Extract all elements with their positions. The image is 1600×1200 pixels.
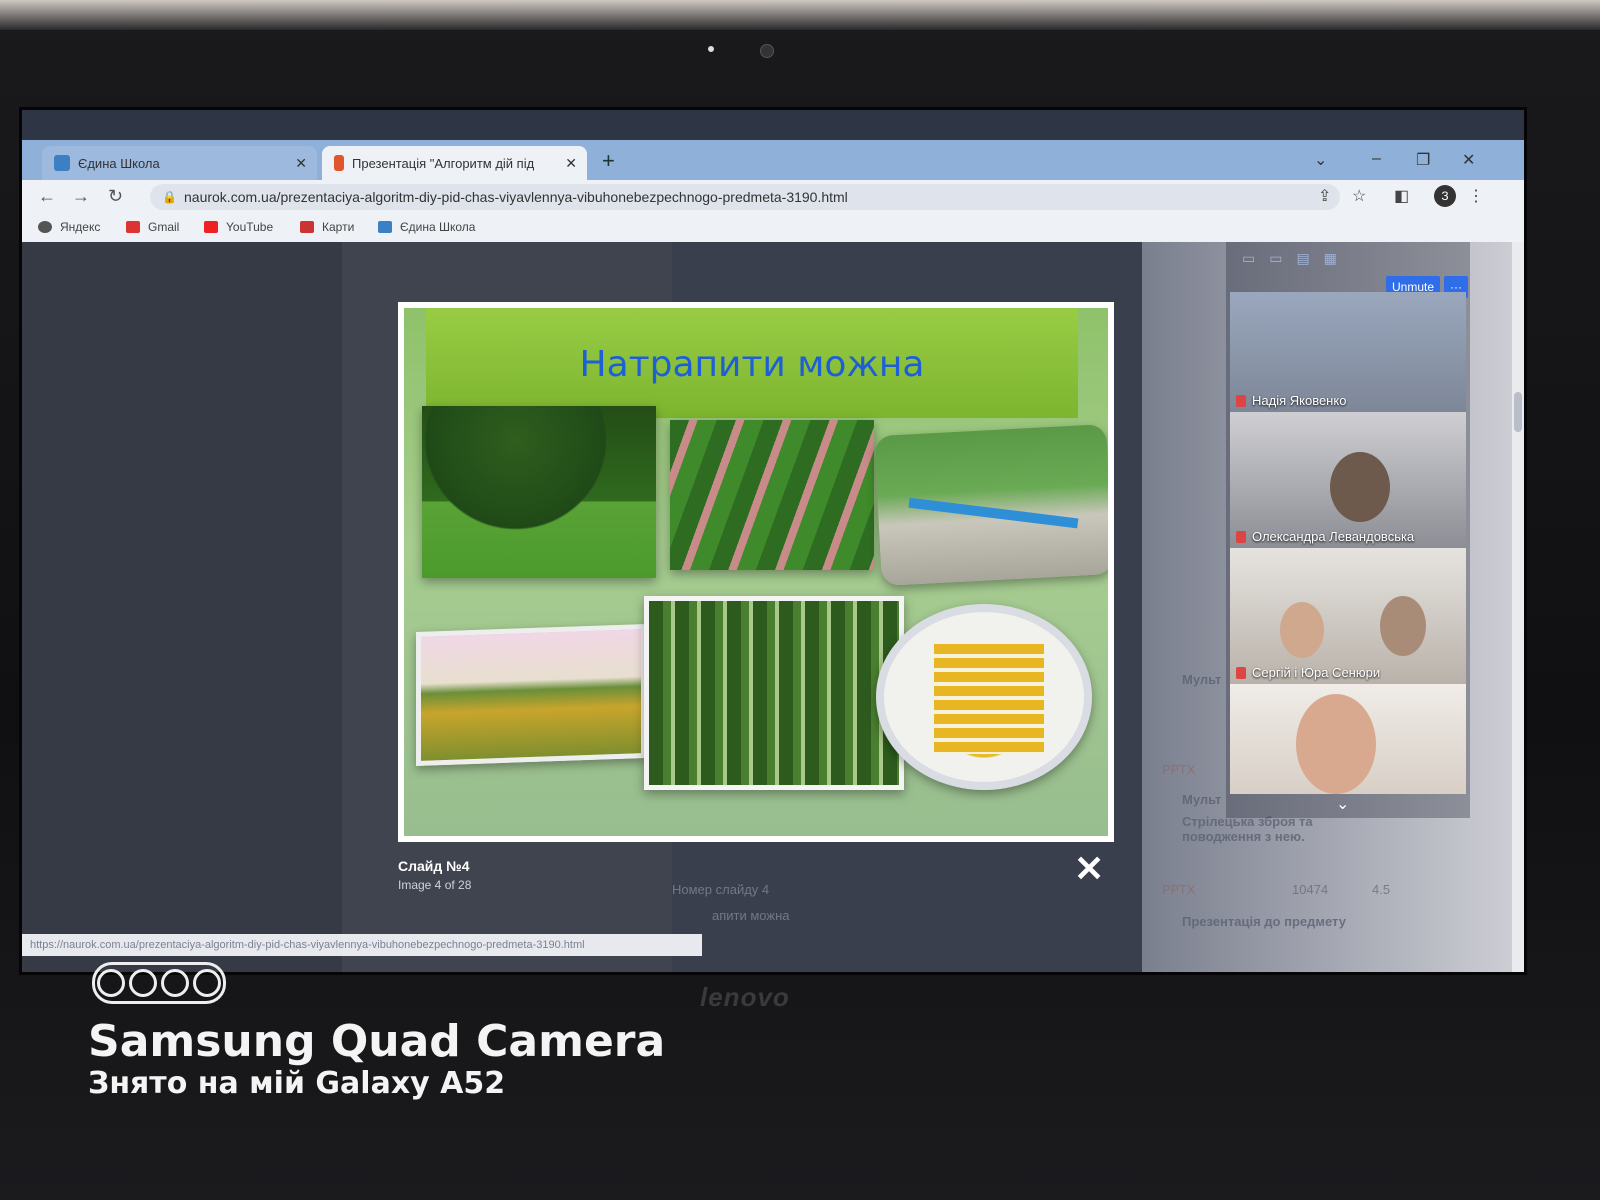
participant-tile-self[interactable]: [1230, 684, 1466, 794]
mic-muted-icon: [1236, 394, 1246, 407]
view-layout-icons[interactable]: ▭▭▤▦: [1242, 250, 1351, 267]
participant-face: [1380, 596, 1426, 656]
slide-number-label: Номер слайду 4: [672, 882, 770, 897]
webcam-lens: [760, 44, 774, 58]
scrollbar-thumb[interactable]: [1514, 392, 1522, 432]
side-tag-2: РРТХ: [1162, 882, 1196, 897]
gmail-icon: [126, 221, 140, 233]
maps-icon: [300, 221, 314, 233]
mic-muted-icon: [1236, 530, 1246, 543]
address-url: naurok.com.ua/prezentaciya-algoritm-diy-…: [184, 189, 848, 205]
participant-tile[interactable]: Сергій і Юра Сенюри: [1230, 548, 1466, 684]
minimize-icon[interactable]: –: [1372, 150, 1381, 168]
tab-presentation[interactable]: Презентація "Алгоритм дій під ✕: [322, 146, 587, 180]
page-scrollbar[interactable]: [1512, 242, 1524, 972]
seesaw-shape: [908, 497, 1079, 529]
rating-value: 4.5: [1372, 882, 1391, 897]
slide-counter: Image 4 of 28: [398, 878, 472, 892]
slide-caption: Слайд №4: [398, 858, 470, 874]
share-icon[interactable]: ⇪: [1318, 186, 1331, 206]
browser-menu-icon[interactable]: ⋮: [1468, 186, 1484, 206]
lightbox-slide[interactable]: Натрапити можна: [398, 302, 1114, 842]
webcam-led: [708, 46, 714, 52]
bookmark-yandex[interactable]: Яндекс: [38, 220, 100, 234]
participant-tile[interactable]: Олександра Левандовська: [1230, 412, 1466, 548]
school-icon: [378, 221, 392, 233]
naurok-favicon-icon: [334, 155, 344, 171]
watermark-line-2: Знято на мій Galaxy A52: [88, 1066, 506, 1101]
bookmark-gmail[interactable]: Gmail: [126, 220, 179, 234]
side-panel-icon[interactable]: ◧: [1394, 186, 1409, 206]
participant-name: Надія Яковенко: [1236, 393, 1346, 408]
new-tab-plus-icon[interactable]: +: [602, 148, 615, 174]
watermark-line-1: Samsung Quad Camera: [88, 1016, 666, 1067]
slide-title: Натрапити можна: [579, 344, 925, 385]
side-description[interactable]: Стрілецька зброя та поводження з нею.: [1182, 814, 1342, 844]
slide-canvas: Натрапити можна: [404, 308, 1108, 836]
photo-playground: [874, 424, 1108, 586]
browser-tab-bar: Єдина Школа ✕ Презентація "Алгоритм дій …: [22, 140, 1524, 180]
restore-icon[interactable]: ❐: [1416, 150, 1430, 170]
school-favicon-icon: [54, 155, 70, 171]
browser-toolbar: ← → ↻ 🔒 naurok.com.ua/prezentaciya-algor…: [22, 180, 1524, 214]
slide-title-band: Натрапити можна: [426, 308, 1078, 418]
laptop-screen: Єдина Школа ✕ Презентація "Алгоритм дій …: [22, 110, 1524, 972]
page-left-overlay: [22, 242, 342, 972]
side-fragment-1: Мульт: [1182, 672, 1222, 687]
laptop-brand-logo: lenovo: [700, 982, 790, 1012]
tab-yedyna-shkola[interactable]: Єдина Школа ✕: [42, 146, 317, 180]
close-tab-icon[interactable]: ✕: [565, 155, 577, 172]
lock-icon: 🔒: [162, 190, 177, 204]
building-shape: [934, 644, 1044, 754]
bookmark-star-icon[interactable]: ☆: [1352, 186, 1366, 206]
bookmark-youtube[interactable]: YouTube: [204, 220, 273, 234]
video-call-panel: ▭▭▤▦ Unmute ··· Надія Яковенко Олександр…: [1226, 242, 1470, 818]
side-tag: РРТХ: [1162, 762, 1196, 777]
participant-face: [1280, 602, 1324, 658]
lightbox-close-icon[interactable]: ✕: [1074, 848, 1104, 890]
photo-vegetable-garden: [670, 420, 874, 570]
mic-muted-icon: [1236, 666, 1246, 679]
bezel-top-edge: [0, 0, 1600, 30]
bookmark-maps[interactable]: Карти: [300, 220, 354, 234]
youtube-icon: [204, 221, 218, 233]
photo-forest: [644, 596, 904, 790]
forward-arrow-icon[interactable]: →: [72, 186, 90, 207]
views-count: 10474: [1292, 882, 1329, 897]
reload-icon[interactable]: ↻: [108, 186, 123, 207]
footer-fragment[interactable]: Презентація до предмету: [1182, 914, 1346, 929]
photo-park-lawn: [422, 406, 656, 578]
photo-field-road: [416, 623, 646, 767]
participant-name: Сергій і Юра Сенюри: [1236, 665, 1380, 680]
web-page: РРТХ Мульт Мульт Стрілецька зброя та пов…: [22, 242, 1524, 972]
participant-face: [1330, 452, 1390, 522]
bookmarks-bar: Яндекс Gmail YouTube Карти Єдина Школа: [22, 214, 1524, 242]
tab-label: Єдина Школа: [78, 155, 160, 171]
close-tab-icon[interactable]: ✕: [295, 155, 307, 172]
participant-tile[interactable]: Надія Яковенко: [1230, 292, 1466, 412]
address-bar[interactable]: 🔒 naurok.com.ua/prezentaciya-algoritm-di…: [150, 184, 1340, 210]
close-window-icon[interactable]: ✕: [1462, 150, 1475, 170]
slide-label-fragment: апити можна: [712, 908, 790, 923]
tab-label: Презентація "Алгоритм дій під: [352, 155, 535, 171]
tab-search-chevron-icon[interactable]: ⌄: [1314, 150, 1327, 170]
side-fragment-2: Мульт: [1182, 792, 1222, 807]
status-bar-url: https://naurok.com.ua/prezentaciya-algor…: [22, 934, 702, 956]
participant-name: Олександра Левандовська: [1236, 529, 1414, 544]
photo-apartment-building: [876, 604, 1092, 790]
back-arrow-icon[interactable]: ←: [38, 186, 56, 207]
profile-avatar[interactable]: З: [1434, 185, 1456, 207]
chevron-down-icon[interactable]: ⌄: [1336, 794, 1349, 814]
bookmark-yedyna-shkola[interactable]: Єдина Школа: [378, 220, 475, 234]
quad-camera-icon: [92, 962, 226, 1004]
yandex-icon: [38, 221, 52, 233]
participant-face: [1296, 694, 1376, 794]
